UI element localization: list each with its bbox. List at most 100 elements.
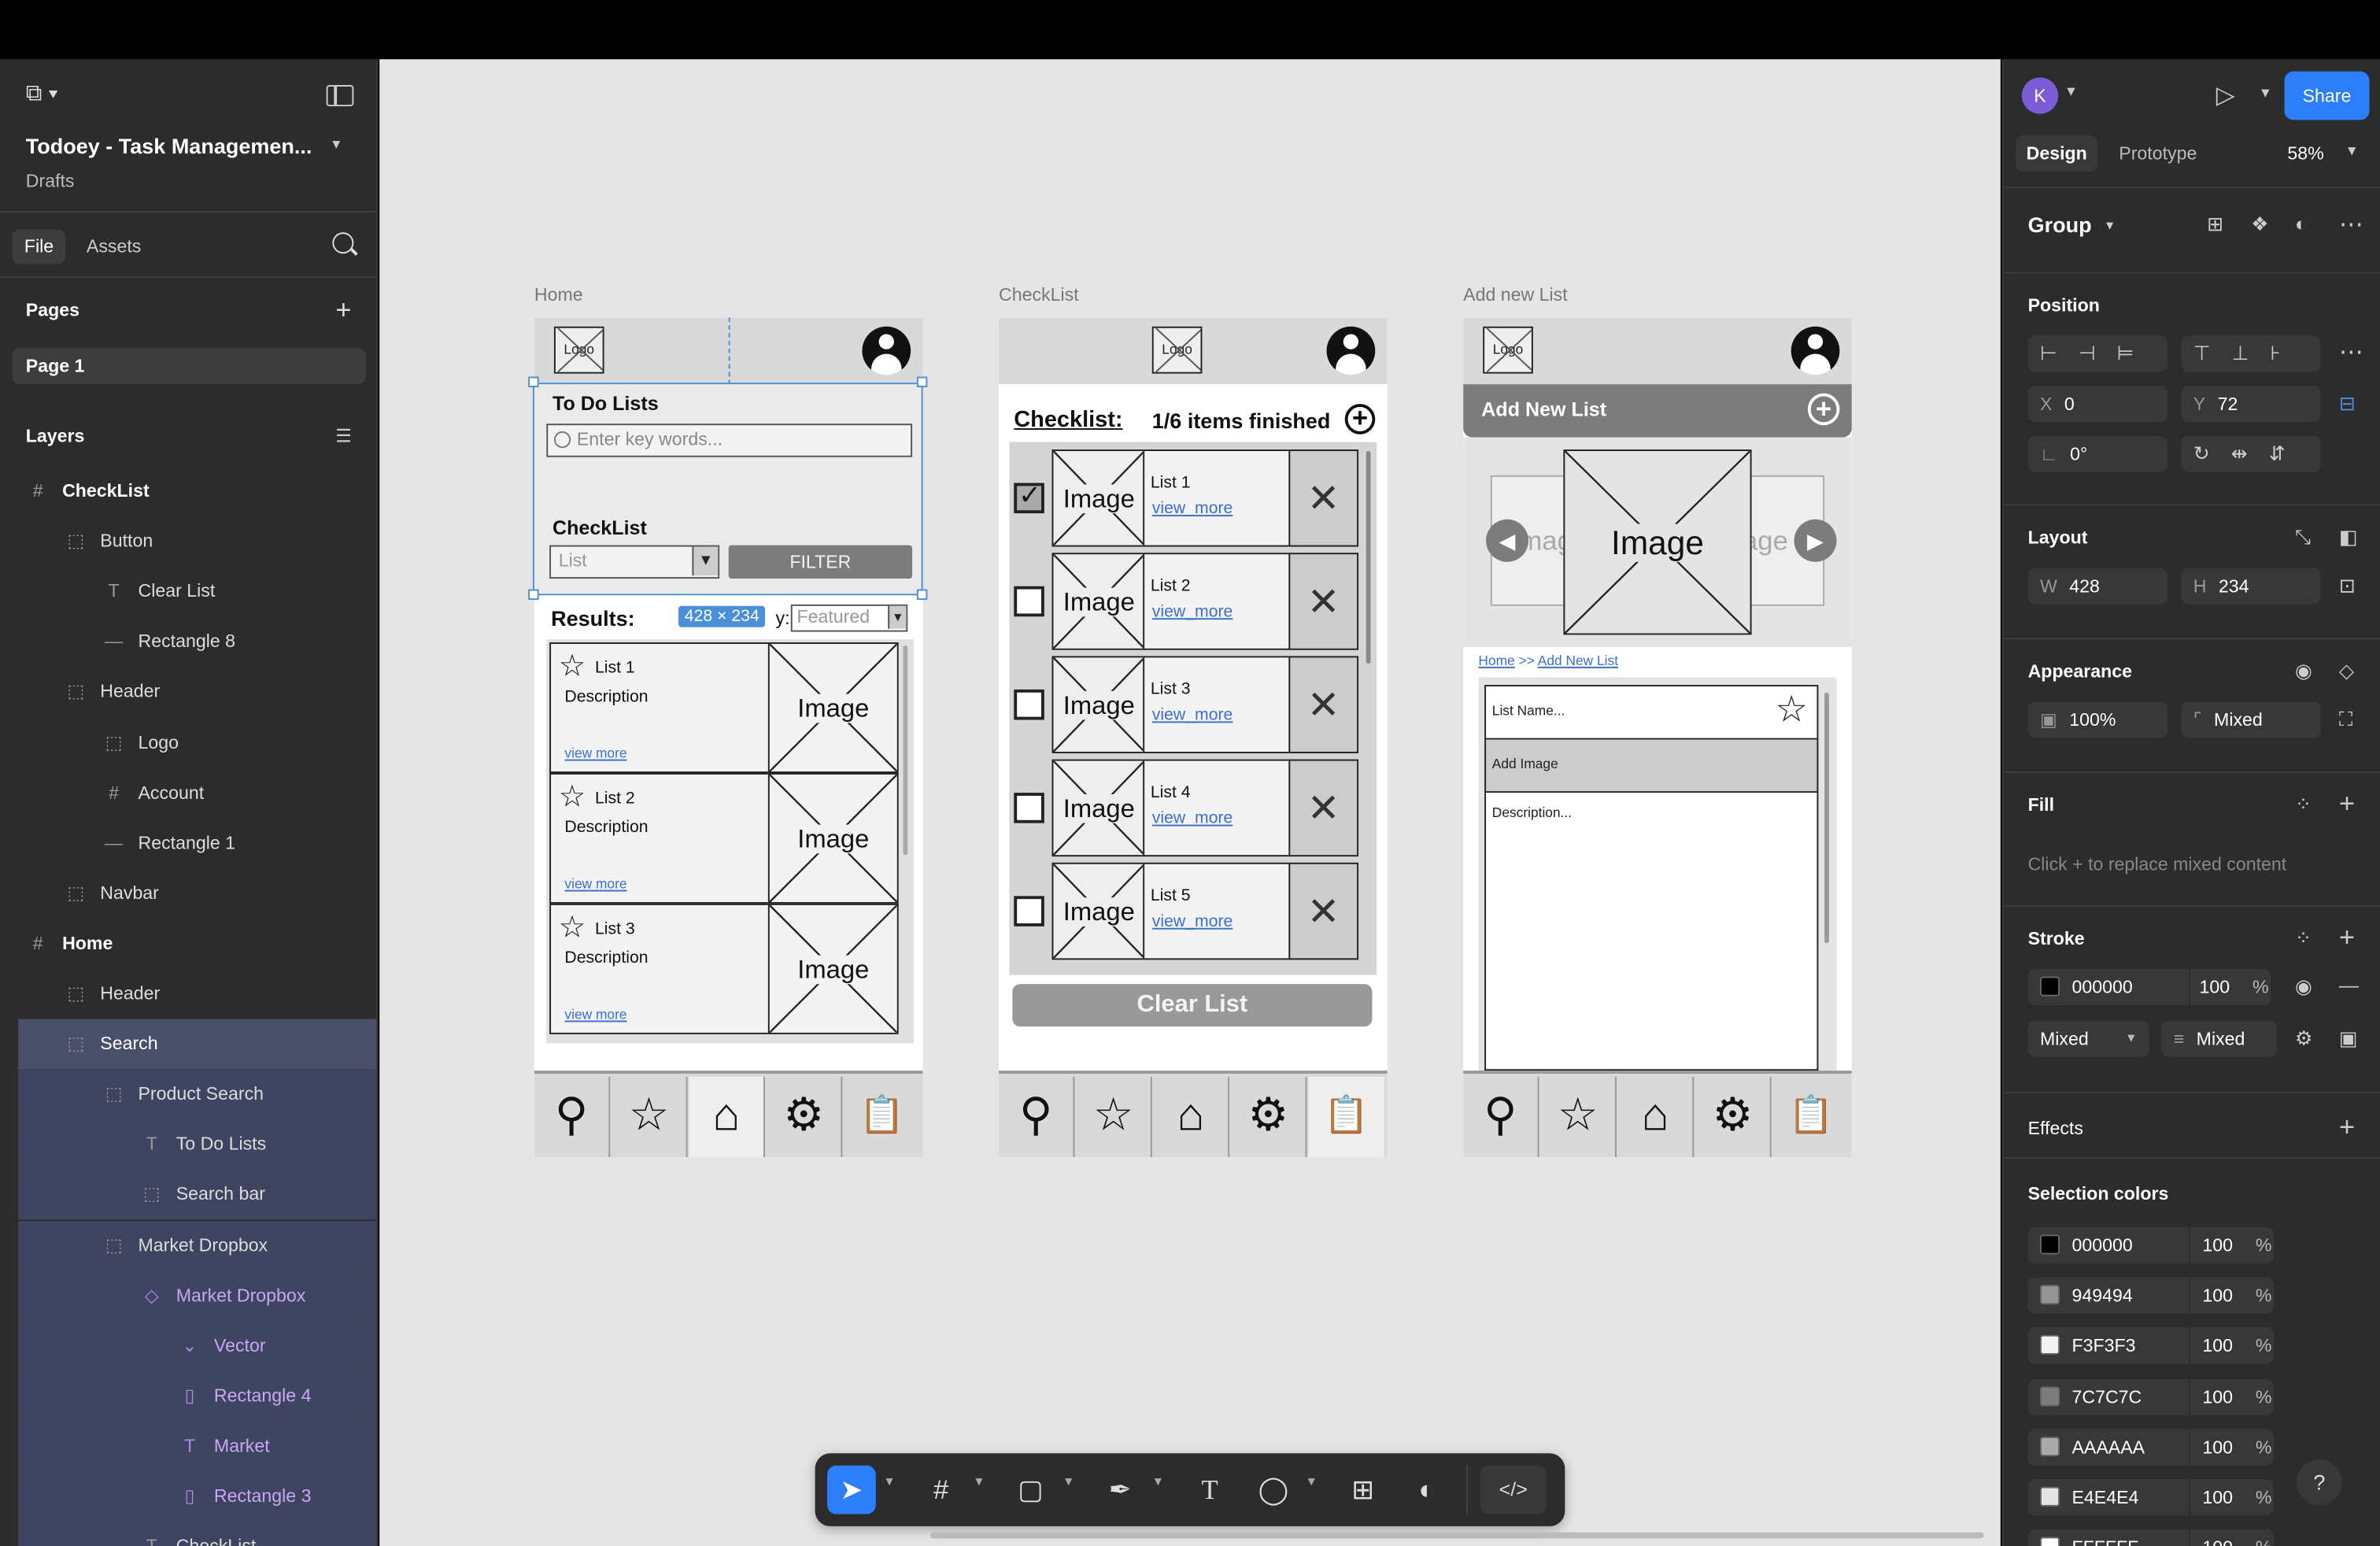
width-field[interactable]: W 428 (2027, 568, 2168, 605)
chevron-down-icon[interactable]: ▾ (332, 137, 340, 153)
remove-icon[interactable]: — (2339, 974, 2359, 997)
chevron-down-icon[interactable]: ▼ (1306, 1474, 1318, 1488)
resize-icon[interactable]: ⊡ (2339, 574, 2356, 598)
chevron-down-icon[interactable]: ▼ (2104, 219, 2116, 232)
grid-icon[interactable]: ⊞ (2207, 213, 2223, 237)
height-field[interactable]: H 234 (2181, 568, 2321, 605)
add-effect-icon[interactable]: + (2339, 1111, 2355, 1144)
selection-color-row[interactable]: 000000 100% (2027, 1226, 2274, 1264)
layer-row[interactable]: ⌄ Vector (18, 1320, 377, 1371)
search-icon[interactable] (332, 232, 354, 254)
selection-color-row[interactable]: 7C7C7C 100% (2027, 1378, 2274, 1415)
layer-row[interactable]: ⬚ Header (0, 668, 376, 718)
add-page-icon[interactable]: + (335, 296, 351, 324)
frame-tool-icon[interactable]: # (917, 1466, 966, 1515)
frame-title-add-new[interactable]: Add new List (1463, 284, 1568, 305)
mask-icon[interactable]: ◐ (2295, 213, 2307, 235)
add-new-list-frame[interactable]: Logo Add New List + Imag age Image ◀ ▶ H… (1463, 317, 1852, 1158)
selection-color-row[interactable]: E4E4E4 100% (2027, 1479, 2274, 1516)
resize-handle[interactable] (916, 589, 928, 601)
rectangle-tool-icon[interactable]: ▢ (1007, 1466, 1055, 1515)
stroke-weight-field[interactable]: ≡ Mixed (2161, 1020, 2277, 1057)
comment-tool-icon[interactable]: ◯ (1249, 1466, 1298, 1515)
dev-mode-icon[interactable]: </> (1480, 1465, 1547, 1515)
chevron-down-icon[interactable]: ▼ (2064, 83, 2078, 98)
actions-tool-icon[interactable]: ◐ (1402, 1466, 1451, 1515)
resize-handle[interactable] (916, 376, 928, 387)
resize-handle[interactable] (528, 376, 539, 387)
layer-row[interactable]: ⬚ Button (0, 516, 376, 567)
file-location[interactable]: Drafts (26, 170, 75, 191)
design-canvas[interactable]: Home CheckList Add new List Logo To Do L… (379, 59, 2001, 1546)
user-avatar[interactable]: K (2021, 77, 2059, 114)
horizontal-scrollbar[interactable] (930, 1532, 1984, 1539)
add-fill-icon[interactable]: + (2339, 788, 2355, 820)
layer-row[interactable]: ⬚ Logo (0, 718, 376, 768)
frame-title-home[interactable]: Home (534, 284, 583, 305)
selection-color-row[interactable]: AAAAAA 100% (2027, 1429, 2274, 1466)
selection-color-row[interactable]: FFFFFF 100% (2027, 1529, 2274, 1546)
resize-handle[interactable] (528, 589, 539, 601)
layer-row[interactable]: ⬚ Header (0, 969, 376, 1019)
add-stroke-icon[interactable]: + (2339, 922, 2355, 954)
styles-icon[interactable]: ⁘ (2295, 926, 2312, 951)
y-field[interactable]: Y 72 (2181, 386, 2321, 423)
constraints-icon[interactable]: ⊟ (2339, 392, 2356, 416)
selection-color-row[interactable]: 949494 100% (2027, 1277, 2274, 1315)
text-tool-icon[interactable]: T (1185, 1466, 1234, 1515)
horizontal-align-icons[interactable]: ⊢⊣⊨ (2027, 335, 2168, 372)
corner-icon[interactable]: ⛶ (2339, 708, 2353, 732)
frame-title-checklist[interactable]: CheckList (999, 284, 1079, 305)
assets-tool-icon[interactable]: ⊞ (1339, 1466, 1388, 1515)
chevron-down-icon[interactable]: ▼ (2345, 142, 2359, 157)
chevron-down-icon[interactable]: ▼ (2259, 85, 2272, 100)
checklist-frame[interactable]: Logo Checklist: 1/6 items finished + ✓ Im… (998, 317, 1388, 1158)
auto-layout-icon[interactable]: ◧ (2339, 526, 2358, 550)
eye-icon[interactable]: ◉ (2295, 659, 2312, 683)
layer-row[interactable]: ⬚ Search (18, 1019, 377, 1070)
pen-tool-icon[interactable]: ✒ (1096, 1466, 1144, 1515)
file-title[interactable]: Todoey - Task Managemen... (26, 134, 312, 158)
layer-row[interactable]: ▯ Rectangle 4 (18, 1370, 377, 1422)
opacity-field[interactable]: ▣ 100% (2027, 701, 2168, 738)
collapse-icon[interactable]: ⤡ (2295, 526, 2311, 550)
stroke-color-field[interactable]: 000000 100% (2027, 968, 2271, 1006)
tab-assets[interactable]: Assets (74, 229, 153, 264)
layer-row[interactable]: ⬚ Product Search (18, 1069, 377, 1120)
layer-row[interactable]: # CheckList (0, 466, 376, 516)
stroke-sides-icon[interactable]: ▣ (2339, 1026, 2358, 1051)
selection-box[interactable] (532, 383, 923, 596)
chevron-down-icon[interactable]: ▼ (1062, 1474, 1074, 1488)
layer-row[interactable]: T Market (18, 1421, 377, 1472)
layer-row[interactable]: ⬚ Navbar (0, 868, 376, 919)
layer-row[interactable]: ⬚ Search bar (18, 1170, 377, 1220)
zoom-level[interactable]: 58% (2287, 135, 2323, 172)
tab-prototype[interactable]: Prototype (2119, 135, 2197, 172)
selection-type[interactable]: Group (2028, 213, 2092, 237)
chevron-down-icon[interactable]: ▼ (973, 1474, 985, 1488)
play-icon[interactable]: ▷ (2216, 80, 2235, 111)
layer-row[interactable]: ▯ Rectangle 3 (18, 1471, 377, 1522)
layer-row[interactable]: ◇ Market Dropbox (18, 1270, 377, 1321)
stroke-position-select[interactable]: Mixed ▼ (2027, 1020, 2149, 1057)
move-tool-icon[interactable]: ➤ (827, 1465, 876, 1515)
layer-row[interactable]: — Rectangle 8 (0, 617, 376, 668)
figma-menu-icon[interactable]: ⧉ ▾ (26, 80, 72, 108)
eye-icon[interactable]: ◉ (2295, 975, 2312, 1000)
stroke-settings-icon[interactable]: ⚙ (2295, 1026, 2312, 1051)
layer-row[interactable]: # Home (0, 919, 376, 969)
chevron-down-icon[interactable]: ▼ (883, 1474, 895, 1488)
layers-options-icon[interactable]: ☰ (335, 425, 352, 446)
share-button[interactable]: Share (2284, 71, 2370, 120)
layer-row[interactable]: ⬚ Market Dropbox (18, 1220, 377, 1270)
help-button[interactable]: ? (2296, 1459, 2342, 1505)
selection-color-row[interactable]: F3F3F3 100% (2027, 1327, 2274, 1365)
layer-row[interactable]: T To Do Lists (18, 1119, 377, 1171)
styles-icon[interactable]: ⁘ (2295, 793, 2312, 817)
rotation-field[interactable]: ∟ 0° (2027, 435, 2168, 473)
flip-rotate-icons[interactable]: ↻⇹⇵ (2181, 435, 2321, 473)
layer-row[interactable]: — Rectangle 1 (0, 818, 376, 868)
layer-row[interactable]: T CheckList (18, 1522, 377, 1546)
vertical-align-icons[interactable]: ⊤⊥⊦ (2181, 335, 2321, 372)
x-field[interactable]: X0 (2027, 386, 2168, 423)
